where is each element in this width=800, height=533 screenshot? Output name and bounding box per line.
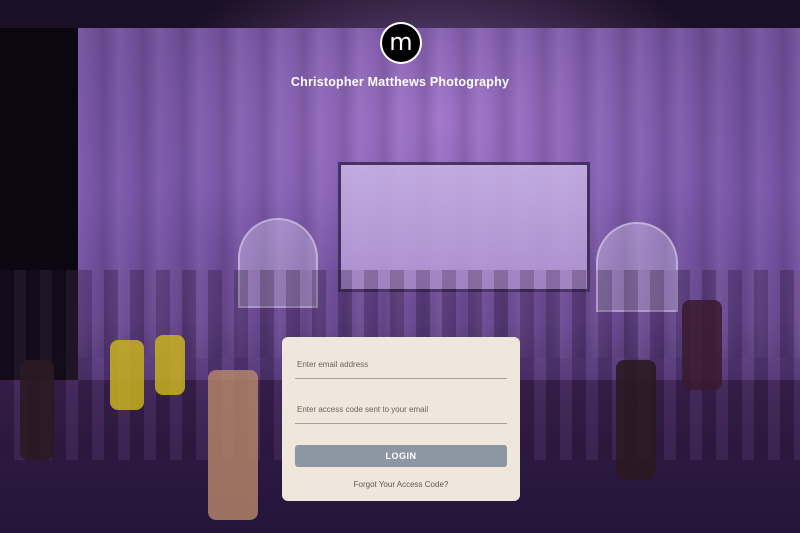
access-code-field[interactable] — [295, 396, 507, 424]
login-card: LOGIN Forgot Your Access Code? — [282, 337, 520, 501]
login-button[interactable]: LOGIN — [295, 445, 507, 467]
dancer-figure — [682, 300, 722, 390]
dancer-figure — [616, 360, 656, 480]
logo-letter: m — [382, 24, 420, 62]
dancer-figure — [208, 370, 258, 520]
dancer-figure — [20, 360, 54, 460]
forgot-access-code-link[interactable]: Forgot Your Access Code? — [295, 480, 507, 489]
site-title: Christopher Matthews Photography — [290, 75, 510, 89]
dancer-figure — [110, 340, 144, 410]
dancer-figure — [155, 335, 185, 395]
email-field[interactable] — [295, 351, 507, 379]
brand-logo: m — [380, 22, 422, 64]
